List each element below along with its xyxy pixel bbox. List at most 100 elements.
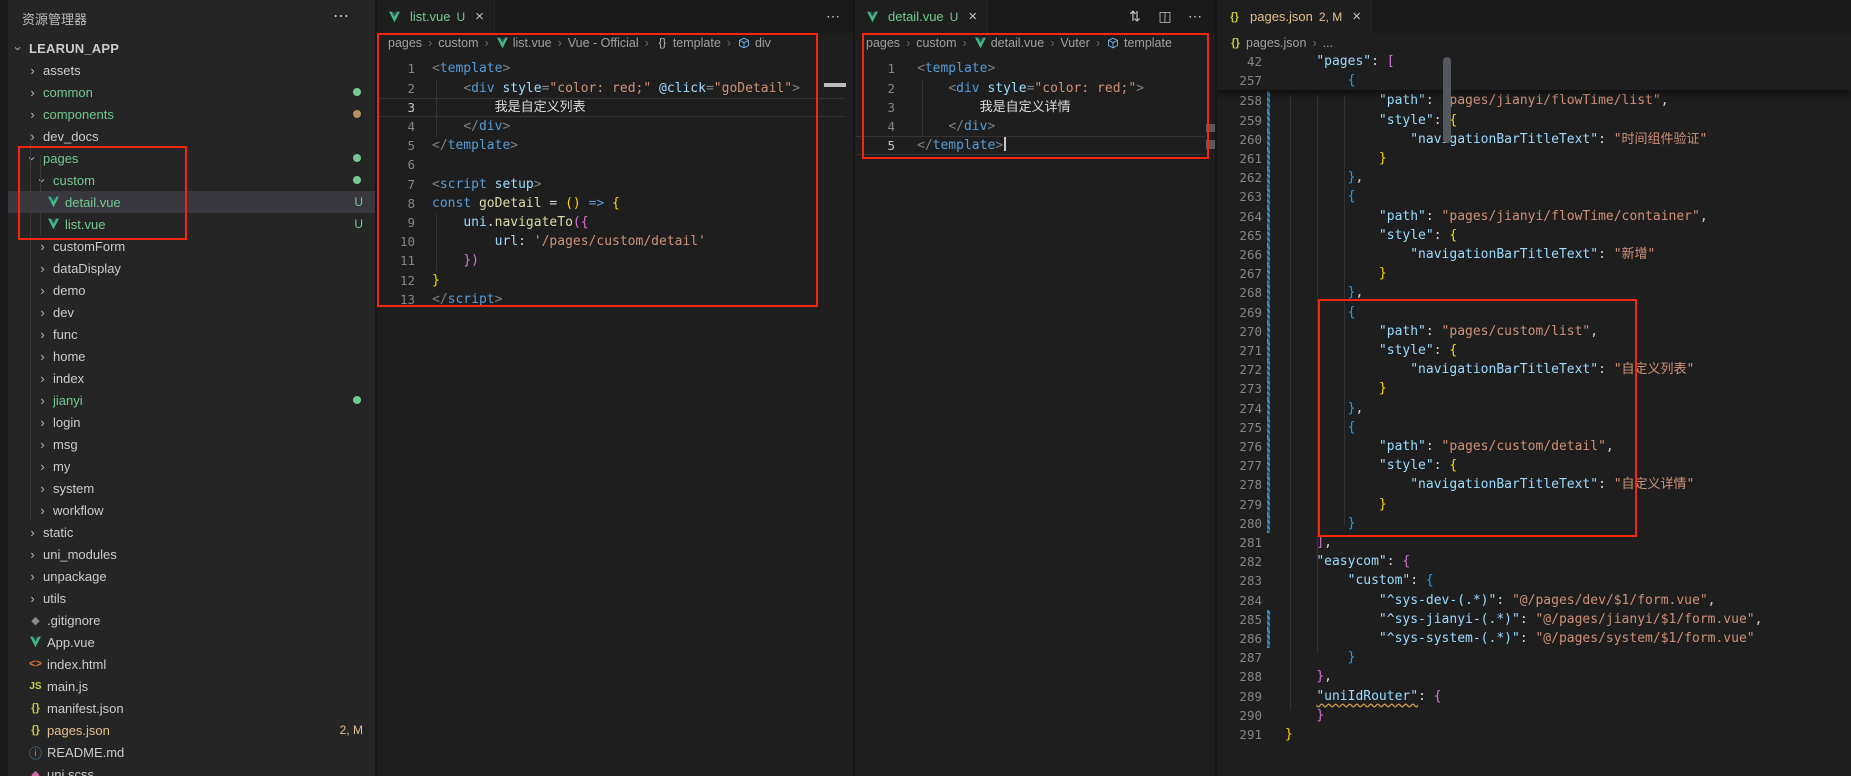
line-number[interactable]: 284 <box>1217 591 1262 610</box>
line-number[interactable]: 260 <box>1217 130 1262 149</box>
line-number[interactable]: 264 <box>1217 207 1262 226</box>
line-number[interactable]: 287 <box>1217 648 1262 667</box>
code-line-1[interactable]: 1<template> <box>855 59 1215 78</box>
code-line-5[interactable]: 5</template> <box>377 136 853 155</box>
pane-border[interactable] <box>375 0 377 776</box>
tree-item-uni.scss[interactable]: ◆uni.scss <box>8 763 375 776</box>
line-number[interactable]: 274 <box>1217 399 1262 418</box>
tree-item-jianyi[interactable]: ›jianyi <box>8 389 375 411</box>
explorer-more-actions-icon[interactable]: ⋯ <box>333 6 349 26</box>
tree-item-system[interactable]: ›system <box>8 477 375 499</box>
sticky-line-257[interactable]: 257 { <box>1217 71 1851 90</box>
sticky-line-42[interactable]: 42 "pages": [ <box>1217 52 1851 71</box>
tree-item-main.js[interactable]: JSmain.js <box>8 675 375 697</box>
tree-item-components[interactable]: ›components <box>8 103 375 125</box>
line-number[interactable]: 277 <box>1217 456 1262 475</box>
breadcrumb-item[interactable]: div <box>737 35 771 50</box>
tree-item-root[interactable]: › LEARUN_APP <box>8 37 375 59</box>
more-actions-button[interactable]: ⋯ <box>1187 8 1203 26</box>
code-line-5[interactable]: 5</template> <box>855 136 1215 155</box>
tree-item-static[interactable]: ›static <box>8 521 375 543</box>
code-line-272[interactable]: 272 "navigationBarTitleText": "自定义列表" <box>1217 360 1851 379</box>
line-number[interactable]: 4 <box>855 117 895 136</box>
code-line-283[interactable]: 283 "custom": { <box>1217 571 1851 590</box>
breadcrumb-item[interactable]: detail.vue <box>973 35 1045 50</box>
line-number[interactable]: 8 <box>377 194 415 213</box>
line-number[interactable]: 3 <box>377 98 415 117</box>
close-icon[interactable]: × <box>968 8 977 25</box>
line-number[interactable]: 291 <box>1217 725 1262 744</box>
tab-pages-json[interactable]: {}pages.json2, M× <box>1217 0 1372 33</box>
line-number[interactable]: 1 <box>377 59 415 78</box>
code-line-288[interactable]: 288 }, <box>1217 667 1851 686</box>
tree-item-home[interactable]: ›home <box>8 345 375 367</box>
line-number[interactable]: 259 <box>1217 111 1262 130</box>
scrollbar-slider[interactable] <box>1443 57 1451 143</box>
close-icon[interactable]: × <box>1352 8 1361 25</box>
breadcrumb-item[interactable]: custom <box>916 36 956 50</box>
tree-item-common[interactable]: ›common <box>8 81 375 103</box>
line-number[interactable]: 269 <box>1217 303 1262 322</box>
line-number[interactable]: 9 <box>377 213 415 232</box>
code-line-4[interactable]: 4 </div> <box>377 117 853 136</box>
tree-item-.gitignore[interactable]: ◆.gitignore <box>8 609 375 631</box>
code-line-284[interactable]: 284 "^sys-dev-(.*)": "@/pages/dev/$1/for… <box>1217 591 1851 610</box>
code-line-13[interactable]: 13</script> <box>377 290 853 309</box>
line-number[interactable]: 263 <box>1217 187 1262 206</box>
line-number[interactable]: 6 <box>377 155 415 174</box>
tree-item-list.vue[interactable]: list.vueU <box>8 213 375 235</box>
line-number[interactable]: 273 <box>1217 379 1262 398</box>
breadcrumb-item[interactable]: pages <box>388 36 422 50</box>
tree-item-manifest.json[interactable]: {}manifest.json <box>8 697 375 719</box>
line-number[interactable]: 13 <box>377 290 415 309</box>
tree-item-dataDisplay[interactable]: ›dataDisplay <box>8 257 375 279</box>
line-number[interactable]: 276 <box>1217 437 1262 456</box>
line-number[interactable]: 283 <box>1217 571 1262 590</box>
line-number[interactable]: 2 <box>377 79 415 98</box>
line-number[interactable]: 261 <box>1217 149 1262 168</box>
code-line-260[interactable]: 260 "navigationBarTitleText": "时间组件验证" <box>1217 130 1851 149</box>
line-number[interactable]: 270 <box>1217 322 1262 341</box>
code-line-281[interactable]: 281 ], <box>1217 533 1851 552</box>
pane-border[interactable] <box>1215 0 1217 776</box>
breadcrumb-item[interactable]: custom <box>438 36 478 50</box>
tree-item-demo[interactable]: ›demo <box>8 279 375 301</box>
code-line-265[interactable]: 265 "style": { <box>1217 226 1851 245</box>
line-number[interactable]: 258 <box>1217 91 1262 110</box>
code-line-3[interactable]: 3 我是自定义详情 <box>855 98 1215 117</box>
line-number[interactable]: 265 <box>1217 226 1262 245</box>
code-line-261[interactable]: 261 } <box>1217 149 1851 168</box>
code-line-12[interactable]: 12} <box>377 271 853 290</box>
breadcrumb-item[interactable]: list.vue <box>495 35 552 50</box>
breadcrumb-item[interactable]: {}template <box>655 35 721 50</box>
code-line-266[interactable]: 266 "navigationBarTitleText": "新增" <box>1217 245 1851 264</box>
code-line-279[interactable]: 279 } <box>1217 495 1851 514</box>
line-number[interactable]: 3 <box>855 98 895 117</box>
tree-item-login[interactable]: ›login <box>8 411 375 433</box>
code-line-1[interactable]: 1<template> <box>377 59 853 78</box>
tree-item-msg[interactable]: ›msg <box>8 433 375 455</box>
code-line-269[interactable]: 269 { <box>1217 303 1851 322</box>
line-number[interactable]: 282 <box>1217 552 1262 571</box>
tree-item-customForm[interactable]: ›customForm <box>8 235 375 257</box>
code-line-276[interactable]: 276 "path": "pages/custom/detail", <box>1217 437 1851 456</box>
code-line-274[interactable]: 274 }, <box>1217 399 1851 418</box>
tree-item-func[interactable]: ›func <box>8 323 375 345</box>
code-line-264[interactable]: 264 "path": "pages/jianyi/flowTime/conta… <box>1217 207 1851 226</box>
breadcrumb-item[interactable]: Vue - Official <box>568 36 639 50</box>
tree-item-index.html[interactable]: <>index.html <box>8 653 375 675</box>
code-line-259[interactable]: 259 "style": { <box>1217 111 1851 130</box>
code-line-289[interactable]: 289 "uniIdRouter": { <box>1217 687 1851 706</box>
line-number[interactable]: 268 <box>1217 283 1262 302</box>
tree-item-App.vue[interactable]: App.vue <box>8 631 375 653</box>
tree-item-detail.vue[interactable]: detail.vueU <box>8 191 375 213</box>
line-number[interactable]: 267 <box>1217 264 1262 283</box>
line-number[interactable]: 11 <box>377 251 415 270</box>
code-line-2[interactable]: 2 <div style="color: red;"> <box>855 79 1215 98</box>
code-line-7[interactable]: 7<script setup> <box>377 175 853 194</box>
breadcrumb-item[interactable]: ... <box>1323 36 1333 50</box>
line-number[interactable]: 5 <box>855 136 895 155</box>
line-number[interactable]: 272 <box>1217 360 1262 379</box>
line-number[interactable]: 278 <box>1217 475 1262 494</box>
line-number[interactable]: 279 <box>1217 495 1262 514</box>
